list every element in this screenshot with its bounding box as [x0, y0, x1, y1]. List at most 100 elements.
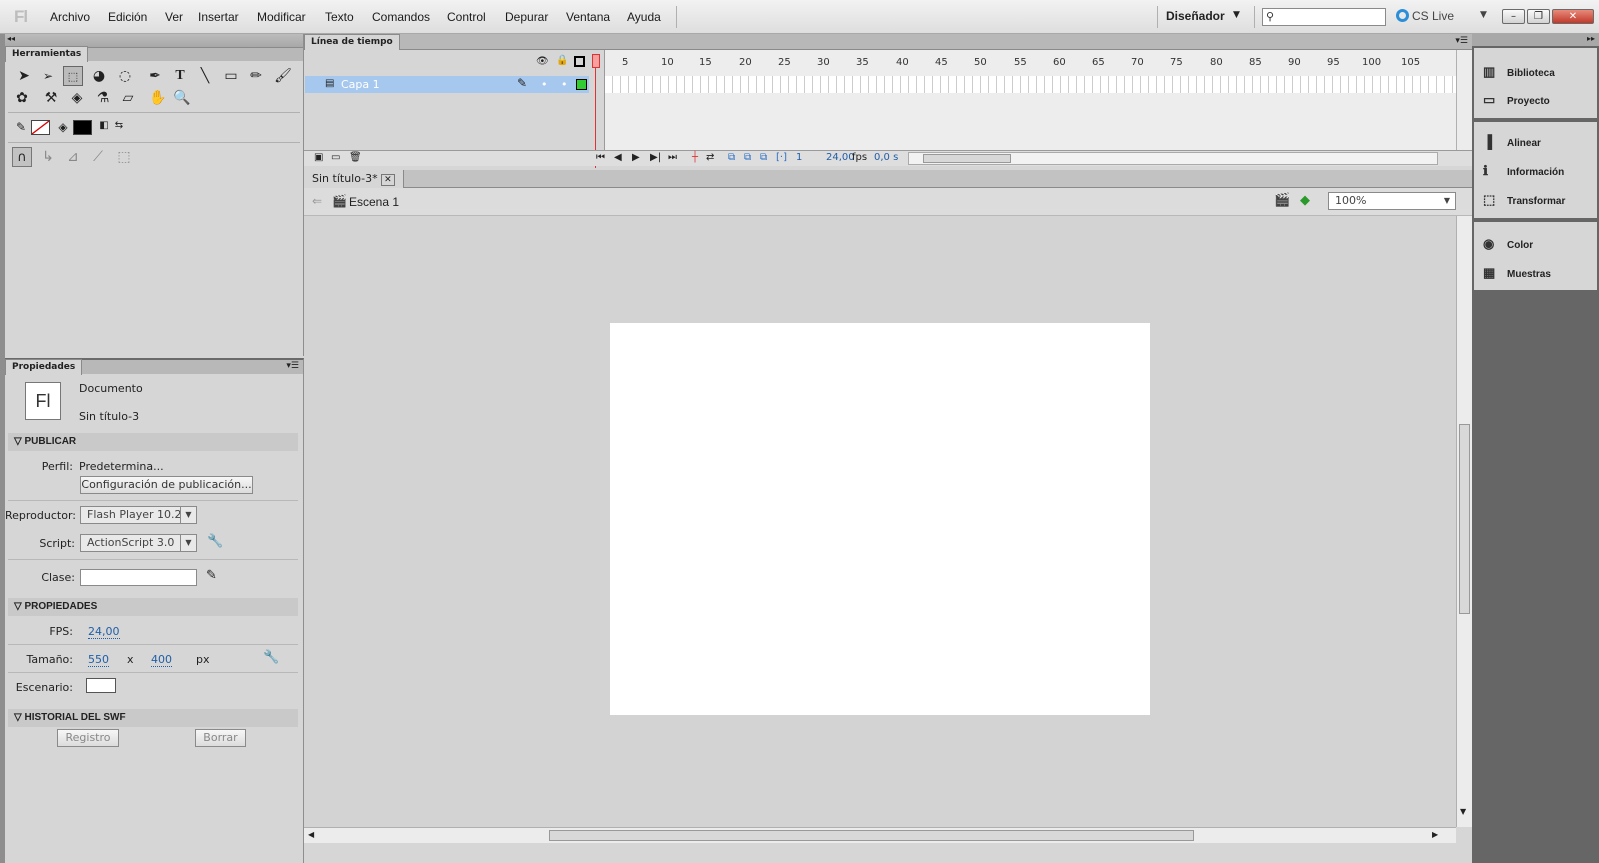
paint-bucket-tool-icon[interactable]: ◈: [67, 88, 87, 108]
minimize-button[interactable]: –: [1502, 9, 1525, 24]
line-tool-icon[interactable]: ╲: [195, 66, 215, 86]
width-value[interactable]: 550: [88, 653, 109, 667]
subselection-tool-icon[interactable]: ➢: [38, 66, 58, 86]
hscroll-thumb[interactable]: [549, 830, 1194, 841]
loop-icon[interactable]: ⇄: [706, 152, 714, 163]
menu-ver[interactable]: Ver: [165, 10, 183, 24]
onion-outline-icon[interactable]: ⧉: [744, 152, 751, 163]
chevron-down-icon[interactable]: ▼: [1480, 10, 1487, 20]
last-frame-icon[interactable]: ⏭: [668, 152, 677, 163]
brush-tool-icon[interactable]: 🖌: [273, 66, 293, 86]
pasteboard[interactable]: [304, 216, 1456, 827]
edit-multiple-frames-icon[interactable]: ⧉: [760, 152, 767, 163]
menu-modificar[interactable]: Modificar: [257, 10, 306, 24]
step-back-icon[interactable]: ◀: [614, 152, 622, 163]
clear-button[interactable]: Borrar: [195, 729, 246, 747]
menu-archivo[interactable]: Archivo: [50, 10, 90, 24]
lock-dot[interactable]: •: [561, 78, 568, 91]
snap-to-objects-icon[interactable]: ∩: [12, 147, 32, 167]
publish-settings-button[interactable]: Configuración de publicación...: [80, 476, 253, 494]
stroke-color-swatch[interactable]: [31, 120, 50, 135]
script-select[interactable]: ActionScript 3.0 ▼: [80, 534, 197, 552]
tab-herramientas[interactable]: Herramientas: [5, 46, 89, 62]
pencil-icon[interactable]: ✎: [206, 568, 217, 583]
onion-markers-icon[interactable]: [·]: [776, 152, 787, 163]
edit-symbols-icon[interactable]: ◆: [1300, 193, 1310, 208]
eyedropper-tool-icon[interactable]: ⚗: [93, 88, 113, 108]
timeline-hscroll[interactable]: [908, 152, 1438, 165]
log-button[interactable]: Registro: [57, 729, 119, 747]
zoom-tool-icon[interactable]: 🔍: [172, 88, 192, 108]
menu-comandos[interactable]: Comandos: [372, 10, 430, 24]
dock-alinear[interactable]: ▐ Alinear: [1483, 134, 1541, 149]
stage-canvas[interactable]: [610, 323, 1150, 715]
fill-color-icon[interactable]: ◈: [53, 117, 73, 137]
smooth-icon[interactable]: ↳: [38, 147, 58, 167]
expand-icon[interactable]: ▸▸: [1587, 34, 1595, 43]
wrench-icon[interactable]: 🔧: [207, 534, 223, 549]
pen-tool-icon[interactable]: ✒: [145, 66, 165, 86]
frame-rate[interactable]: 24,00: [826, 152, 855, 163]
dock-transformar[interactable]: ⬚ Transformar: [1483, 192, 1565, 208]
eye-icon[interactable]: 👁: [536, 56, 549, 67]
pencil-tool-icon[interactable]: ✏: [246, 66, 266, 86]
timeline-vscroll[interactable]: [1456, 50, 1472, 150]
section-propiedades[interactable]: ▽ PROPIEDADES: [8, 598, 298, 616]
stroke-color-icon[interactable]: ✎: [11, 117, 31, 137]
stage-color-swatch[interactable]: [86, 678, 116, 693]
menu-ventana[interactable]: Ventana: [566, 10, 610, 24]
cs-live-button[interactable]: CS Live: [1396, 9, 1454, 23]
onion-skin-icon[interactable]: ⧉: [728, 152, 735, 163]
panel-menu-icon[interactable]: ▾☰: [286, 361, 299, 371]
scroll-left-icon[interactable]: ◀: [308, 830, 314, 839]
center-frame-icon[interactable]: ┼: [692, 152, 698, 163]
rectangle-tool-icon[interactable]: ▭: [221, 66, 241, 86]
dock-biblioteca[interactable]: ▥ Biblioteca: [1483, 64, 1555, 80]
help-search-input[interactable]: ⚲: [1262, 8, 1386, 26]
scale-icon[interactable]: ⬚: [114, 147, 134, 167]
deco-tool-icon[interactable]: ✿: [12, 88, 32, 108]
class-input[interactable]: [80, 569, 197, 586]
lock-icon[interactable]: 🔒: [556, 55, 568, 66]
menu-insertar[interactable]: Insertar: [198, 10, 239, 24]
section-historial-swf[interactable]: ▽ HISTORIAL DEL SWF: [8, 709, 298, 727]
tab-linea-de-tiempo[interactable]: Línea de tiempo: [304, 34, 400, 50]
new-layer-icon[interactable]: ▣: [314, 152, 323, 163]
close-button[interactable]: ✕: [1552, 9, 1594, 24]
section-publicar[interactable]: ▽ PUBLICAR: [8, 433, 298, 451]
rotate-skew-icon[interactable]: ⟋: [88, 147, 108, 167]
vscroll-thumb[interactable]: [1459, 424, 1470, 614]
outline-icon[interactable]: [574, 56, 585, 67]
close-tab-icon[interactable]: ✕: [381, 174, 395, 186]
selection-tool-icon[interactable]: ➤: [14, 66, 34, 86]
player-select[interactable]: Flash Player 10.2 ▼: [80, 506, 197, 524]
stage-vscroll[interactable]: ▼: [1456, 216, 1472, 827]
text-tool-icon[interactable]: T: [170, 66, 190, 86]
frame-row[interactable]: [605, 76, 1465, 93]
edit-scene-icon[interactable]: 🎬: [1274, 193, 1290, 208]
fill-color-swatch[interactable]: [73, 120, 92, 135]
step-forward-icon[interactable]: ▶|: [650, 152, 661, 163]
first-frame-icon[interactable]: ⏮: [596, 152, 605, 163]
scroll-down-icon[interactable]: ▼: [1460, 807, 1466, 816]
restore-button[interactable]: ❐: [1527, 9, 1550, 24]
visibility-dot[interactable]: •: [541, 78, 548, 91]
dock-informacion[interactable]: ℹ Información: [1483, 163, 1564, 179]
menu-edicion[interactable]: Edición: [108, 10, 147, 24]
straighten-icon[interactable]: ⊿: [63, 147, 83, 167]
bone-tool-icon[interactable]: ⚒: [41, 88, 61, 108]
collapse-icon[interactable]: ◂◂: [7, 34, 15, 43]
hscroll-thumb[interactable]: [923, 154, 1011, 163]
menu-texto[interactable]: Texto: [325, 10, 354, 24]
back-arrow-icon[interactable]: ⇐: [312, 194, 322, 208]
menu-depurar[interactable]: Depurar: [505, 10, 548, 24]
play-icon[interactable]: ▶: [632, 152, 640, 163]
3d-rotation-tool-icon[interactable]: ◕: [89, 66, 109, 86]
zoom-select[interactable]: 100% ▼: [1328, 192, 1456, 210]
dock-proyecto[interactable]: ▭ Proyecto: [1483, 92, 1550, 108]
dock-color[interactable]: ◉ Color: [1483, 236, 1533, 252]
stage-hscroll[interactable]: ◀ ▶: [304, 827, 1456, 843]
eraser-tool-icon[interactable]: ▱: [118, 88, 138, 108]
scroll-right-icon[interactable]: ▶: [1432, 830, 1438, 839]
current-frame[interactable]: 1: [796, 152, 802, 163]
